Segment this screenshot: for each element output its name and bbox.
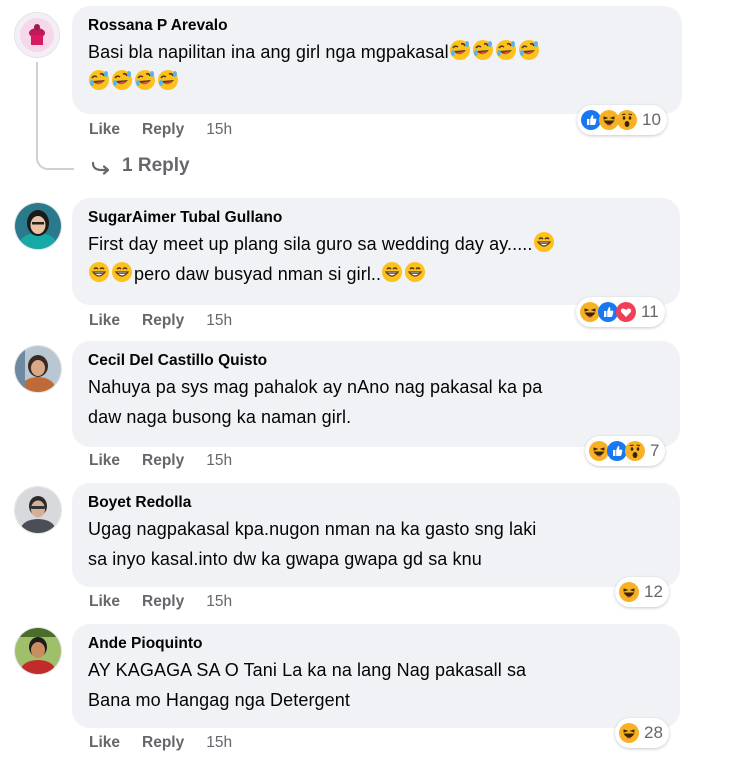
reaction-count: 7 bbox=[650, 441, 660, 460]
like-icon bbox=[598, 302, 618, 322]
haha-icon bbox=[619, 582, 639, 602]
love-icon bbox=[616, 302, 636, 322]
avatar[interactable] bbox=[14, 345, 62, 393]
comment-text: Basi bla napilitan ina ang girl nga mgpa… bbox=[88, 37, 668, 97]
scrollbar[interactable] bbox=[744, 0, 750, 762]
grin-emoji-icon bbox=[532, 231, 555, 253]
haha-icon bbox=[589, 441, 609, 461]
like-icon bbox=[581, 110, 601, 130]
thread-line bbox=[36, 62, 74, 170]
wow-icon bbox=[617, 110, 637, 130]
comment-actions: Like Reply 15h bbox=[89, 593, 232, 611]
rofl-emoji-icon bbox=[494, 39, 517, 61]
reply-arrow-icon bbox=[91, 161, 110, 175]
like-button[interactable]: Like bbox=[89, 452, 120, 470]
reaction-count: 11 bbox=[641, 302, 659, 321]
reaction-summary[interactable]: 10 bbox=[577, 105, 667, 135]
reaction-summary[interactable]: 12 bbox=[615, 577, 669, 607]
rofl-emoji-icon bbox=[448, 39, 471, 61]
haha-icon bbox=[599, 110, 619, 130]
like-button[interactable]: Like bbox=[89, 121, 120, 139]
avatar[interactable] bbox=[14, 202, 62, 250]
comment-text: Nahuya pa sys mag pahalok ay nAno nag pa… bbox=[88, 377, 543, 427]
avatar[interactable] bbox=[14, 486, 62, 534]
rofl-emoji-icon bbox=[134, 69, 156, 91]
reaction-summary[interactable]: 28 bbox=[615, 718, 669, 748]
timestamp[interactable]: 15h bbox=[206, 734, 232, 752]
rofl-emoji-icon bbox=[157, 69, 179, 91]
reaction-count: 28 bbox=[644, 723, 663, 742]
reaction-count: 10 bbox=[642, 110, 661, 129]
reply-button[interactable]: Reply bbox=[142, 593, 184, 611]
rofl-emoji-icon bbox=[471, 39, 494, 61]
reply-button[interactable]: Reply bbox=[142, 452, 184, 470]
view-replies-link[interactable]: 1 Reply bbox=[90, 155, 190, 177]
comment-actions: Like Reply 15h bbox=[89, 121, 232, 139]
reaction-count: 12 bbox=[644, 582, 663, 601]
author-name[interactable]: Rossana P Arevalo bbox=[88, 15, 668, 37]
comment-actions: Like Reply 15h bbox=[89, 734, 232, 752]
comment-actions: Like Reply 15h bbox=[89, 452, 232, 470]
comment-bubble: SugarAimer Tubal Gullano First day meet … bbox=[72, 198, 680, 305]
rofl-emoji-icon bbox=[111, 69, 133, 91]
grin-emoji-icon bbox=[88, 261, 110, 283]
like-button[interactable]: Like bbox=[89, 593, 120, 611]
like-button[interactable]: Like bbox=[89, 734, 120, 752]
timestamp[interactable]: 15h bbox=[206, 312, 232, 330]
comment-bubble: Boyet Redolla Ugag nagpakasal kpa.nugon … bbox=[72, 483, 680, 587]
comment-text: First day meet up plang sila guro sa wed… bbox=[88, 229, 666, 289]
grin-emoji-icon bbox=[381, 261, 403, 283]
like-button[interactable]: Like bbox=[89, 312, 120, 330]
comment-bubble: Cecil Del Castillo Quisto Nahuya pa sys … bbox=[72, 341, 680, 447]
haha-icon bbox=[619, 723, 639, 743]
reply-button[interactable]: Reply bbox=[142, 734, 184, 752]
comment-bubble: Rossana P Arevalo Basi bla napilitan ina… bbox=[72, 6, 682, 114]
author-name[interactable]: Ande Pioquinto bbox=[88, 633, 666, 655]
comment-text: AY KAGAGA SA O Tani La ka na lang Nag pa… bbox=[88, 660, 527, 710]
comment-text: Ugag nagpakasal kpa.nugon nman na ka gas… bbox=[88, 519, 537, 569]
reaction-summary[interactable]: 11 bbox=[576, 297, 665, 327]
rofl-emoji-icon bbox=[88, 69, 110, 91]
haha-icon bbox=[580, 302, 600, 322]
replies-count-label: 1 Reply bbox=[122, 155, 190, 176]
avatar[interactable] bbox=[14, 627, 62, 675]
reaction-summary[interactable]: 7 bbox=[585, 436, 666, 466]
reply-button[interactable]: Reply bbox=[142, 312, 184, 330]
rofl-emoji-icon bbox=[517, 39, 540, 61]
grin-emoji-icon bbox=[111, 261, 133, 283]
timestamp[interactable]: 15h bbox=[206, 121, 232, 139]
like-icon bbox=[607, 441, 627, 461]
wow-icon bbox=[625, 441, 645, 461]
avatar[interactable] bbox=[14, 12, 60, 58]
timestamp[interactable]: 15h bbox=[206, 452, 232, 470]
author-name[interactable]: Cecil Del Castillo Quisto bbox=[88, 350, 666, 372]
author-name[interactable]: Boyet Redolla bbox=[88, 492, 666, 514]
grin-emoji-icon bbox=[404, 261, 426, 283]
author-name[interactable]: SugarAimer Tubal Gullano bbox=[88, 207, 666, 229]
reply-button[interactable]: Reply bbox=[142, 121, 184, 139]
comment-actions: Like Reply 15h bbox=[89, 312, 232, 330]
comment-bubble: Ande Pioquinto AY KAGAGA SA O Tani La ka… bbox=[72, 624, 680, 728]
timestamp[interactable]: 15h bbox=[206, 593, 232, 611]
